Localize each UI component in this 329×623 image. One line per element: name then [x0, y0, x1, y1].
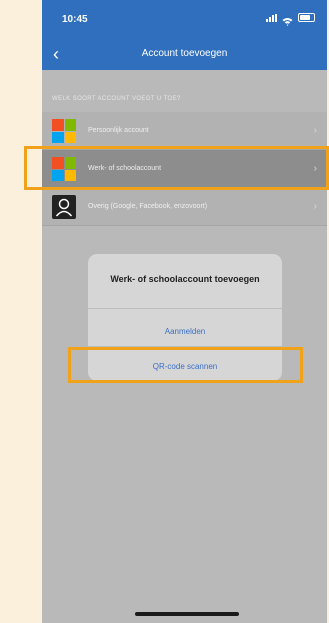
add-work-school-dialog: Werk- of schoolaccount toevoegen Aanmeld… — [88, 254, 282, 381]
dialog-divider — [88, 346, 282, 347]
microsoft-icon — [52, 119, 76, 143]
account-option-personal[interactable]: Persoonlijk account › — [42, 112, 327, 150]
nav-title: Account toevoegen — [141, 48, 228, 59]
account-option-label: Persoonlijk account — [88, 127, 149, 134]
account-option-label: Overig (Google, Facebook, enzovoort) — [88, 203, 208, 210]
person-icon — [52, 195, 76, 219]
account-option-other[interactable]: Overig (Google, Facebook, enzovoort) › — [42, 188, 327, 226]
chevron-right-icon: › — [313, 163, 317, 174]
signal-icon — [266, 13, 277, 22]
dialog-title: Werk- of schoolaccount toevoegen — [110, 274, 260, 284]
section-header: WELK SOORT ACCOUNT VOEGT U TOE? — [52, 96, 181, 102]
account-option-work-school[interactable]: Werk- of schoolaccount › — [42, 150, 327, 188]
microsoft-icon — [52, 157, 76, 181]
chevron-right-icon: › — [313, 125, 317, 136]
dialog-divider — [88, 308, 282, 309]
account-option-label: Werk- of schoolaccount — [88, 165, 162, 172]
wifi-icon — [282, 13, 293, 26]
status-time: 10:45 — [62, 14, 88, 25]
scan-qr-code-button[interactable]: QR-code scannen — [88, 362, 282, 371]
sign-in-button[interactable]: Aanmelden — [88, 327, 282, 336]
home-indicator — [135, 612, 239, 616]
battery-icon — [298, 13, 315, 22]
chevron-right-icon: › — [313, 201, 317, 212]
status-icons — [266, 13, 315, 26]
nav-bar: 10:45 ‹ Account toevoegen — [42, 0, 327, 70]
